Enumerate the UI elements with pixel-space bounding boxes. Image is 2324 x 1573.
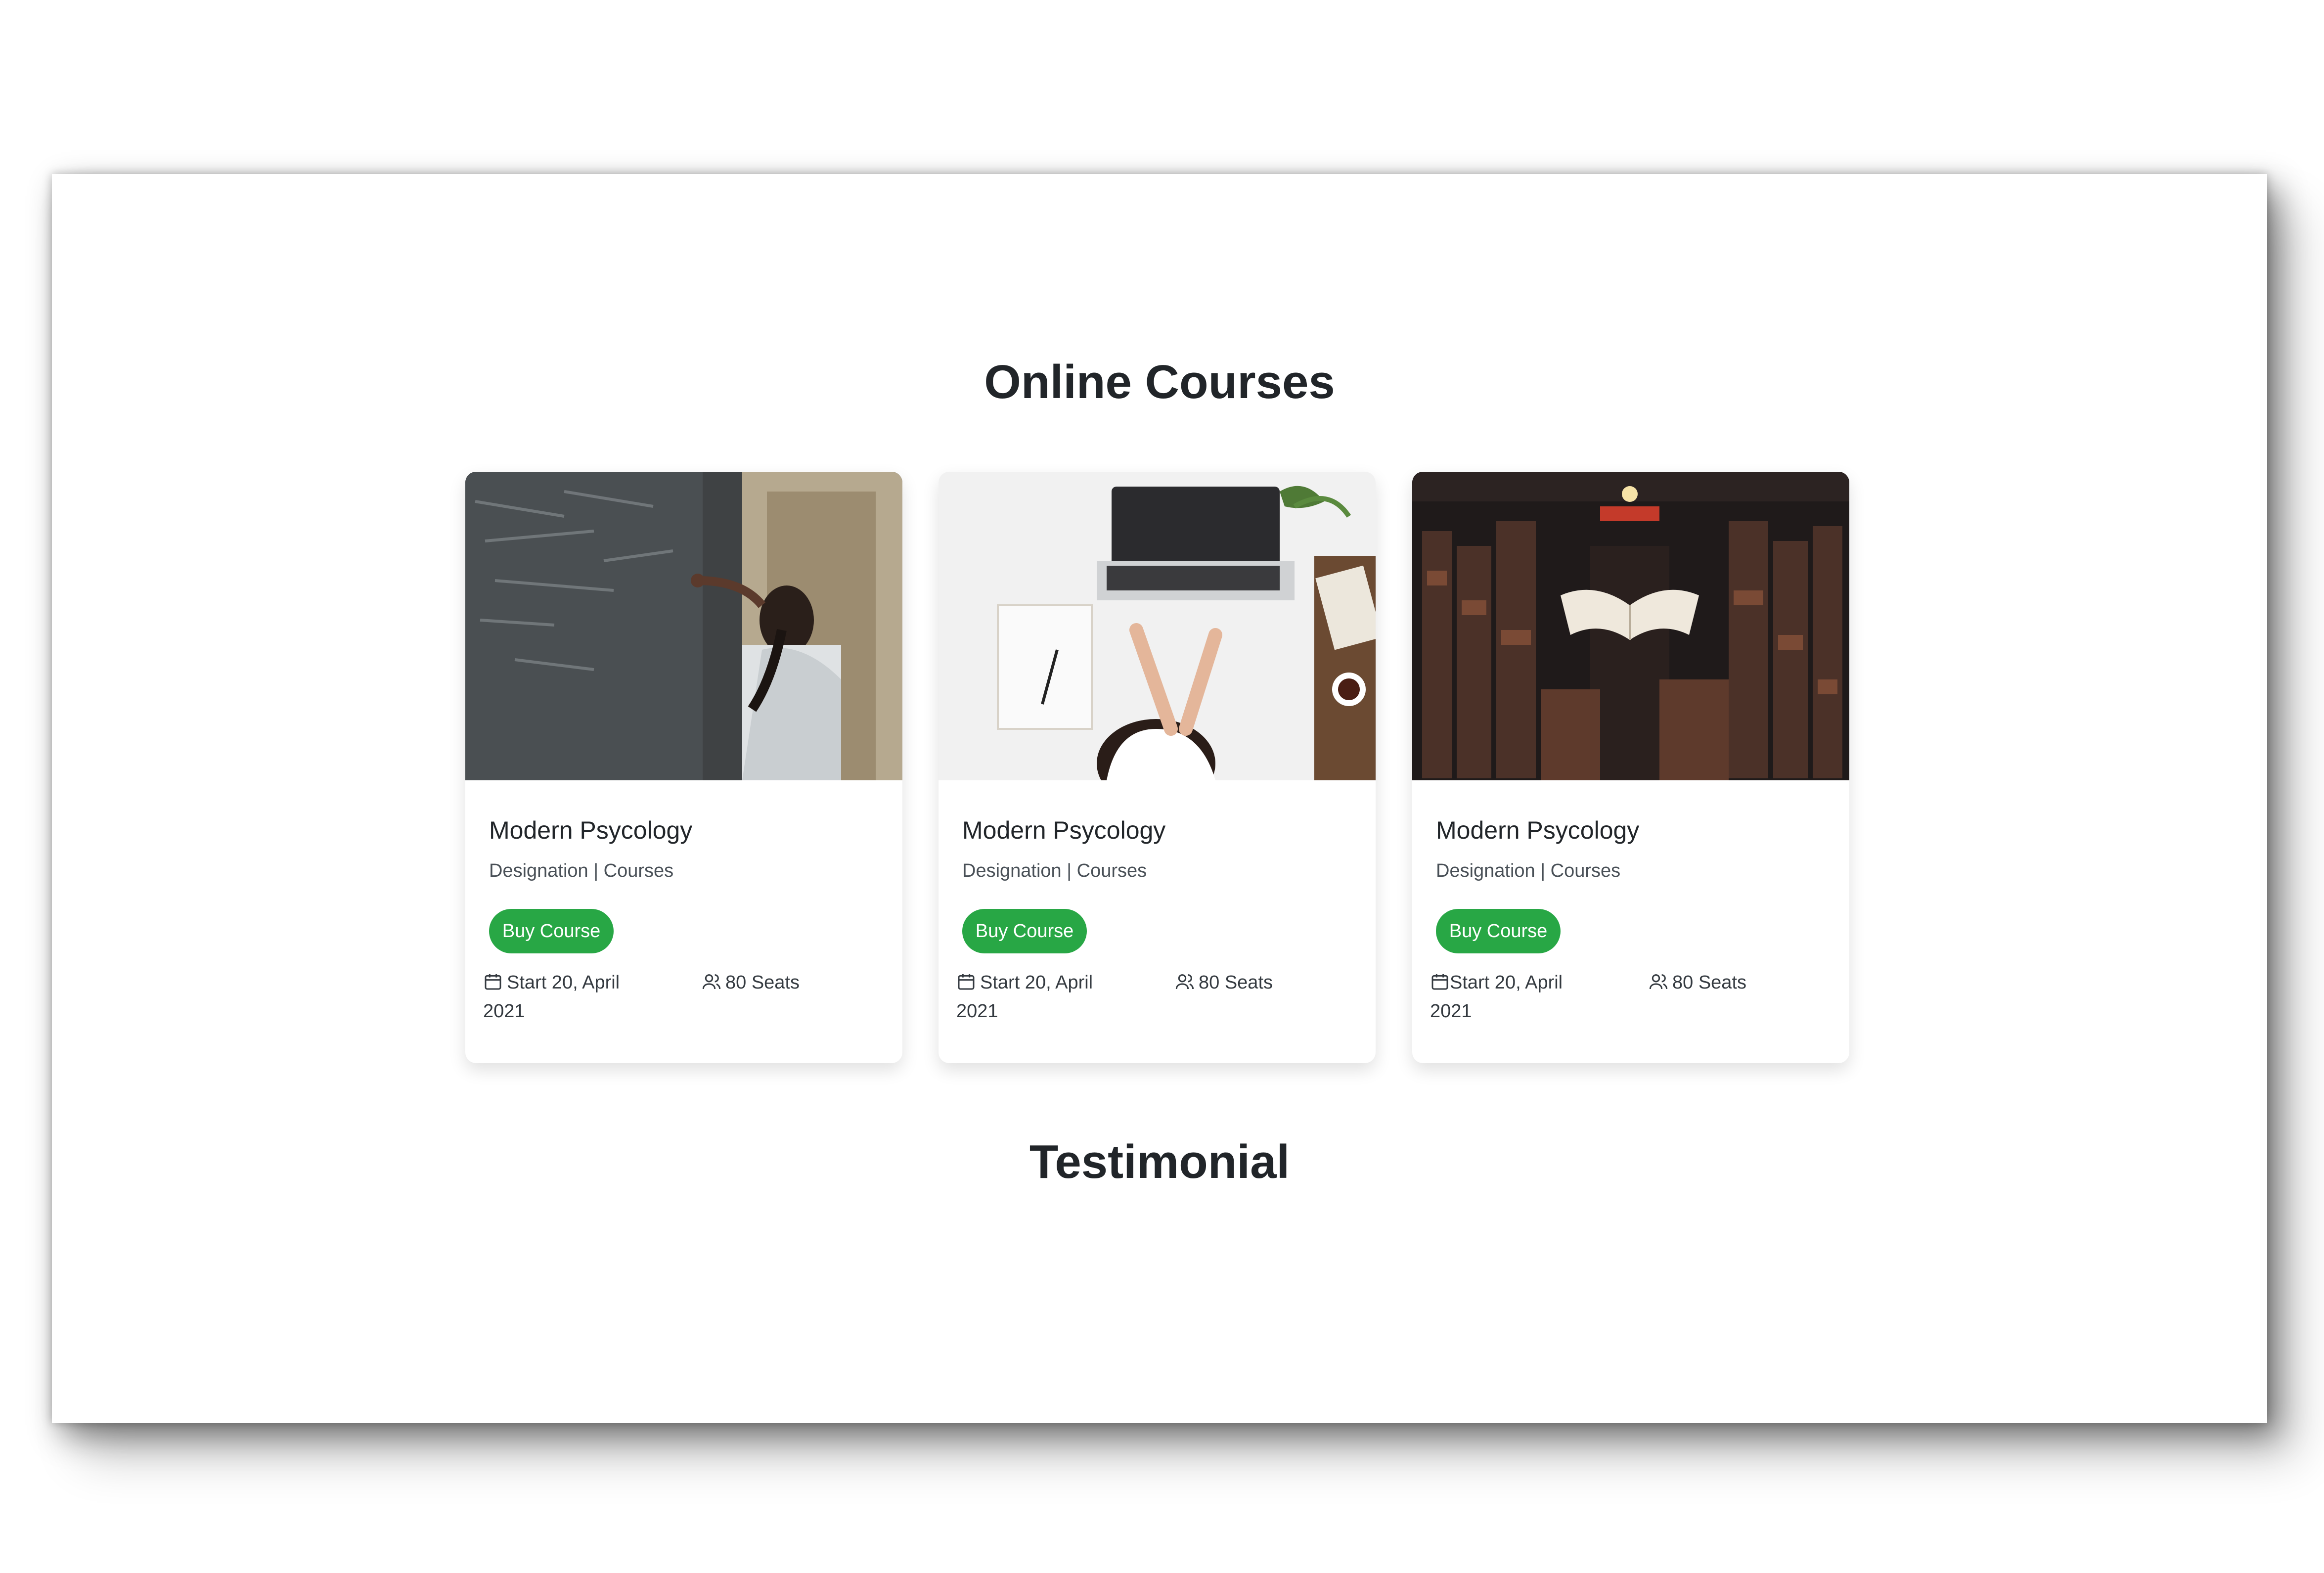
testimonial-heading: Testimonial bbox=[1029, 1135, 1290, 1188]
course-seats: 80 Seats bbox=[1649, 968, 1746, 997]
calendar-icon bbox=[485, 974, 501, 990]
course-title: Modern Psycology bbox=[962, 816, 1166, 844]
course-card: Modern Psycology Designation | Courses B… bbox=[1412, 472, 1849, 1063]
course-subtitle: Designation | Courses bbox=[962, 860, 1147, 881]
online-courses-heading: Online Courses bbox=[984, 356, 1335, 408]
course-title: Modern Psycology bbox=[489, 816, 693, 844]
course-card: Modern Psycology Designation | Courses B… bbox=[939, 472, 1376, 1063]
course-image-library bbox=[1412, 472, 1849, 780]
course-seats-label: 80 Seats bbox=[1672, 972, 1746, 993]
course-start-date: Start 20, April 2021 bbox=[1430, 968, 1608, 1026]
users-icon bbox=[1175, 974, 1194, 989]
buy-course-button[interactable]: Buy Course bbox=[1436, 909, 1561, 953]
course-title: Modern Psycology bbox=[1436, 816, 1640, 844]
course-date-label: Start 20, April 2021 bbox=[956, 972, 1093, 1022]
users-icon bbox=[1649, 974, 1668, 989]
page-frame: Online Courses Modern Psycology Designat… bbox=[52, 174, 2267, 1423]
course-start-date: Start 20, April 2021 bbox=[956, 968, 1134, 1026]
buy-course-button[interactable]: Buy Course bbox=[962, 909, 1087, 953]
users-icon bbox=[702, 974, 721, 989]
calendar-icon bbox=[958, 974, 975, 990]
calendar-icon bbox=[1431, 974, 1448, 990]
course-date-label: Start 20, April 2021 bbox=[1430, 972, 1563, 1022]
course-image-chalkboard bbox=[465, 472, 902, 780]
course-start-date: Start 20, April 2021 bbox=[483, 968, 661, 1026]
course-image-laptop bbox=[939, 472, 1376, 780]
course-seats: 80 Seats bbox=[1175, 968, 1273, 997]
course-subtitle: Designation | Courses bbox=[489, 860, 674, 881]
course-seats: 80 Seats bbox=[702, 968, 800, 997]
course-seats-label: 80 Seats bbox=[725, 972, 800, 993]
course-seats-label: 80 Seats bbox=[1199, 972, 1273, 993]
course-card: Modern Psycology Designation | Courses B… bbox=[465, 472, 902, 1063]
course-subtitle: Designation | Courses bbox=[1436, 860, 1621, 881]
course-date-label: Start 20, April 2021 bbox=[483, 972, 620, 1022]
buy-course-button[interactable]: Buy Course bbox=[489, 909, 614, 953]
